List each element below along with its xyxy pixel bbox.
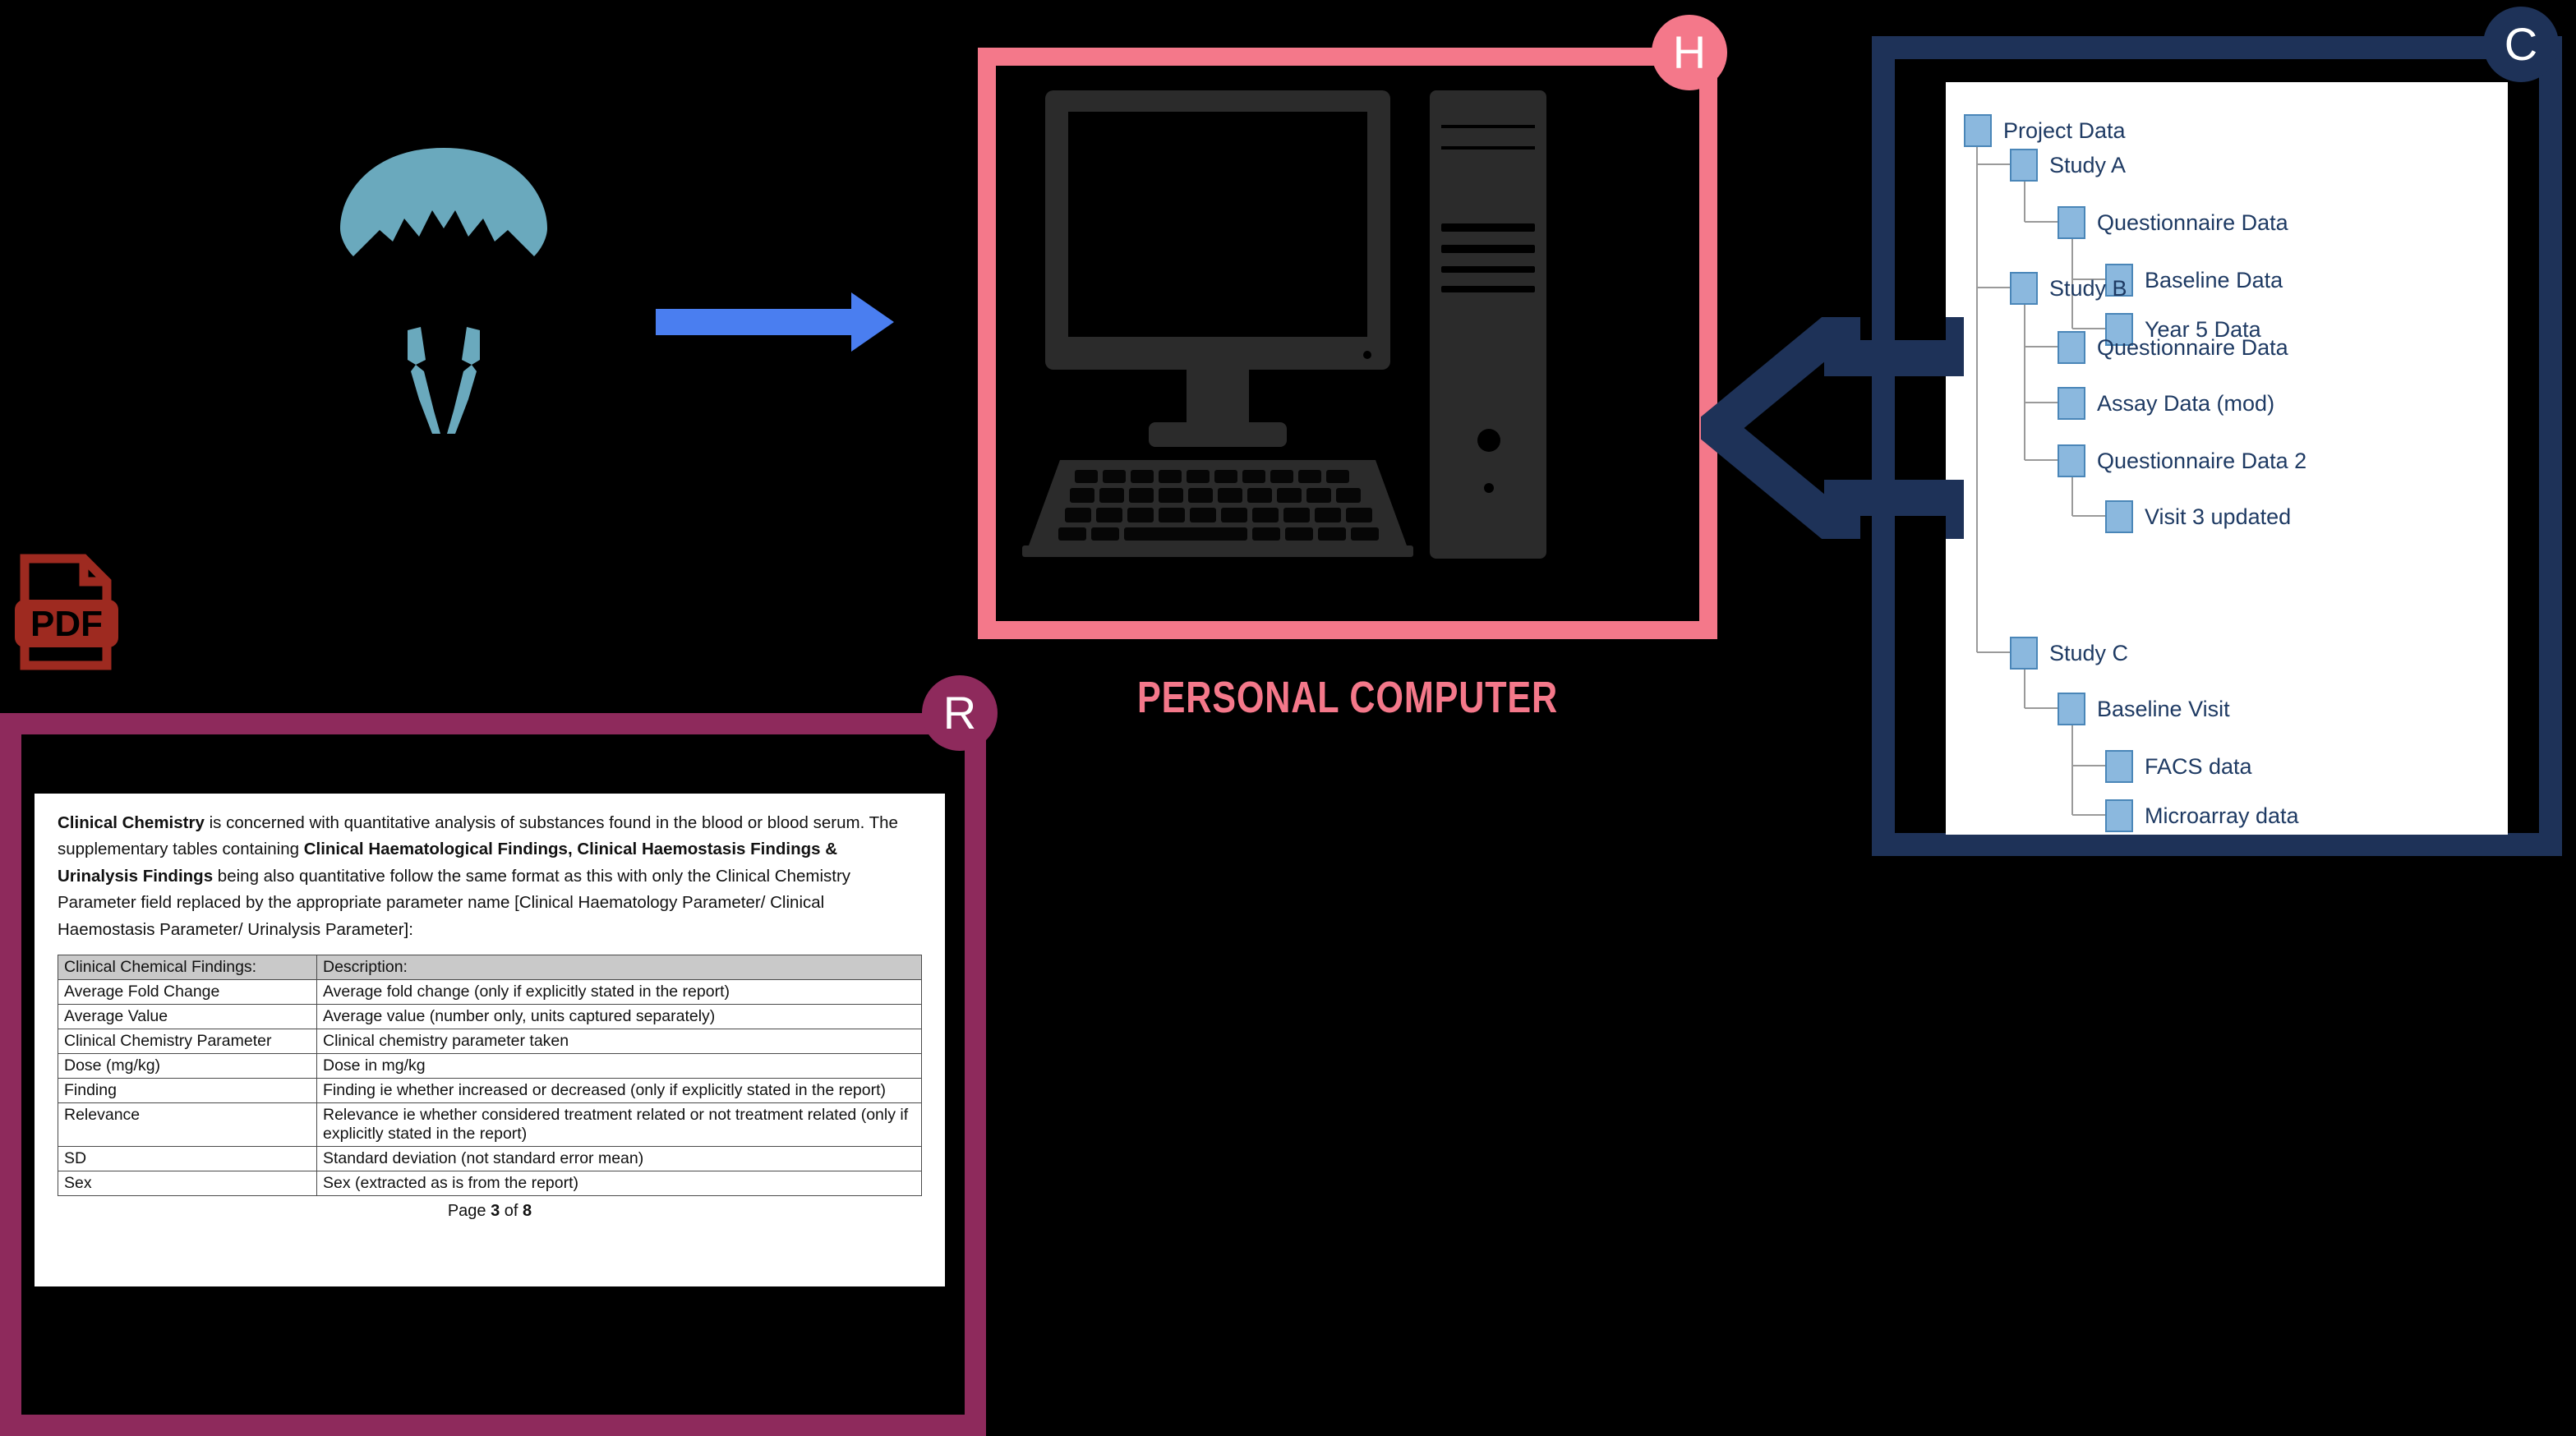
paragraph-bold-run: Clinical Chemistry xyxy=(58,813,205,832)
tree-item-facs-data[interactable]: FACS data xyxy=(2105,749,2252,784)
project-data-tree-panel[interactable]: Project Data Study A Questionnaire Data … xyxy=(1872,36,2562,856)
table-row: Finding Finding ie whether increased or d… xyxy=(58,1077,922,1103)
tree-item-label: Microarray data xyxy=(2145,803,2299,828)
tree-item-project-data[interactable]: Project Data xyxy=(1964,113,2126,148)
tree-node-icon xyxy=(2058,206,2085,239)
tree-node-icon xyxy=(2058,693,2085,725)
tree-node-icon xyxy=(2058,444,2085,477)
table-row: Relevance Relevance ie whether considered… xyxy=(58,1102,922,1147)
tree-item-questionnaire-data-b[interactable]: Questionnaire Data xyxy=(2058,330,2288,365)
tree-item-questionnaire-data-2[interactable]: Questionnaire Data 2 xyxy=(2058,444,2306,478)
tree-item-study-c[interactable]: Study C xyxy=(2010,636,2128,670)
tree-item-label: Questionnaire Data xyxy=(2097,334,2288,360)
table-row: Average Fold Change Average fold change (… xyxy=(58,978,922,1005)
left-arrow-icon xyxy=(1701,317,1964,539)
page-total: 8 xyxy=(523,1201,532,1220)
report-document-panel[interactable]: Clinical Chemistry is concerned with qua… xyxy=(0,713,986,1436)
badge-c: C xyxy=(2483,7,2559,82)
table-row: SD Standard deviation (not standard error… xyxy=(58,1145,922,1171)
badge-r: R xyxy=(922,675,998,751)
tree-node-icon xyxy=(2010,149,2038,182)
table-cell: Finding xyxy=(58,1077,317,1103)
table-cell: Average Fold Change xyxy=(58,978,317,1005)
table-header-cell: Description: xyxy=(316,954,922,980)
tree-item-microarray-data[interactable]: Microarray data xyxy=(2105,799,2299,833)
document-paragraph: Clinical Chemistry is concerned with qua… xyxy=(58,810,922,943)
table-cell: Dose (mg/kg) xyxy=(58,1052,317,1079)
table-cell: SD xyxy=(58,1145,317,1171)
table-cell: Average fold change (only if explicitly … xyxy=(316,978,922,1005)
table-cell: Average value (number only, units captur… xyxy=(316,1003,922,1029)
tree-item-label: Study B xyxy=(2049,275,2127,301)
table-cell: Sex xyxy=(58,1170,317,1196)
pdf-icon-label: PDF xyxy=(30,604,103,644)
tree-item-visit-3-updated[interactable]: Visit 3 updated xyxy=(2105,499,2291,534)
tree-item-label: Baseline Visit xyxy=(2097,696,2230,721)
document-page: Clinical Chemistry is concerned with qua… xyxy=(35,794,945,1286)
tree-item-study-a[interactable]: Study A xyxy=(2010,148,2126,182)
clinical-findings-table: Clinical Chemical Findings: Description:… xyxy=(58,954,922,1196)
table-header-cell: Clinical Chemical Findings: xyxy=(58,954,317,980)
tree-item-assay-data-mod[interactable]: Assay Data (mod) xyxy=(2058,386,2274,421)
personal-computer-panel[interactable] xyxy=(978,48,1717,639)
tree-node-icon xyxy=(2010,637,2038,670)
table-cell: Clinical Chemistry Parameter xyxy=(58,1028,317,1054)
right-arrow-icon xyxy=(656,292,894,352)
table-cell: Finding ie whether increased or decrease… xyxy=(316,1077,922,1103)
page-number: 3 xyxy=(491,1201,500,1220)
table-cell: Sex (extracted as is from the report) xyxy=(316,1170,922,1196)
tree-node-icon xyxy=(1964,114,1992,147)
tree-item-label: Study A xyxy=(2049,152,2127,177)
table-cell: Relevance xyxy=(58,1102,317,1147)
parachute-icon xyxy=(340,148,547,434)
tree-item-label: Visit 3 updated xyxy=(2145,504,2292,529)
table-row: Average Value Average value (number only,… xyxy=(58,1003,922,1029)
tree-item-label: Project Data xyxy=(2003,117,2126,143)
desktop-computer-icon xyxy=(1022,90,1546,559)
table-cell: Clinical chemistry parameter taken xyxy=(316,1028,922,1054)
tree-item-questionnaire-data-a[interactable]: Questionnaire Data xyxy=(2058,205,2288,240)
page-footer: Page 3 of 8 xyxy=(53,1202,927,1221)
page-footer-middle: of xyxy=(500,1201,523,1220)
table-header-row: Clinical Chemical Findings: Description: xyxy=(58,954,922,980)
table-row: Clinical Chemistry Parameter Clinical che… xyxy=(58,1028,922,1054)
tree-item-label: Questionnaire Data 2 xyxy=(2097,448,2307,473)
table-cell: Dose in mg/kg xyxy=(316,1052,922,1079)
table-cell: Standard deviation (not standard error m… xyxy=(316,1145,922,1171)
table-row: Dose (mg/kg) Dose in mg/kg xyxy=(58,1052,922,1079)
tree-item-baseline-data[interactable]: Baseline Data xyxy=(2105,263,2283,297)
tree-item-label: FACS data xyxy=(2145,753,2252,779)
tree-sheet: Project Data Study A Questionnaire Data … xyxy=(1946,82,2508,835)
tree-item-label: Assay Data (mod) xyxy=(2097,390,2275,416)
page-footer-prefix: Page xyxy=(447,1201,491,1220)
tree-item-label: Study C xyxy=(2049,640,2129,665)
table-cell: Relevance ie whether considered treatmen… xyxy=(316,1102,922,1147)
tree-node-icon xyxy=(2105,500,2133,533)
pdf-file-icon[interactable]: PDF xyxy=(15,552,122,674)
table-row: Sex Sex (extracted as is from the report) xyxy=(58,1170,922,1196)
tree-node-icon xyxy=(2058,387,2085,420)
tree-item-label: Questionnaire Data xyxy=(2097,209,2288,235)
table-cell: Average Value xyxy=(58,1003,317,1029)
tree-item-baseline-visit[interactable]: Baseline Visit xyxy=(2058,692,2230,726)
personal-computer-caption: PERSONAL COMPUTER xyxy=(1136,673,1559,722)
tree-node-icon xyxy=(2010,272,2038,305)
tree-node-icon xyxy=(2058,331,2085,364)
tree-node-icon xyxy=(2105,750,2133,783)
badge-h: H xyxy=(1652,15,1727,90)
tree-node-icon xyxy=(2105,799,2133,832)
tree-item-study-b[interactable]: Study B xyxy=(2010,271,2127,306)
tree-item-label: Baseline Data xyxy=(2145,267,2283,292)
